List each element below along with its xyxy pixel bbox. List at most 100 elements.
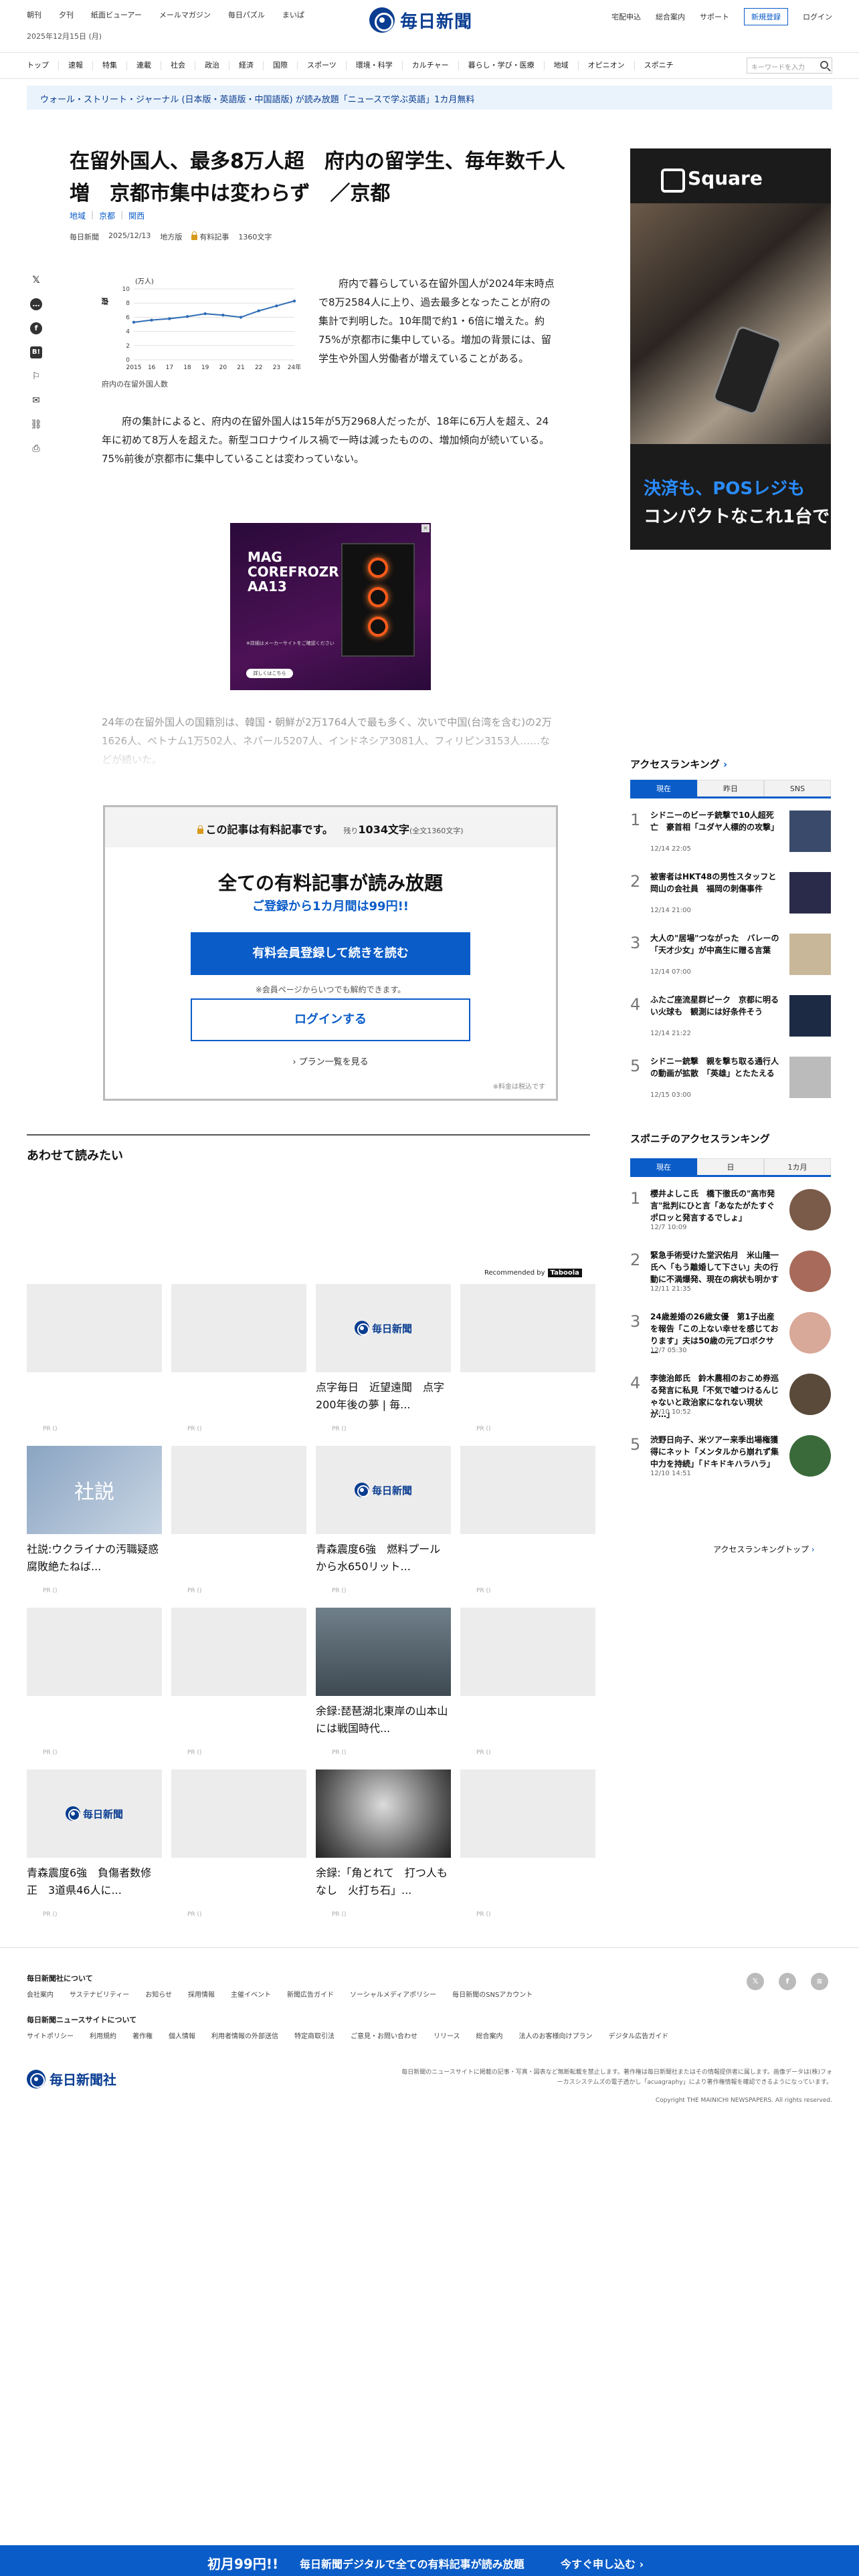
footer-link[interactable]: 主催イベント <box>231 1989 271 1999</box>
ad-banner-right[interactable]: Square 決済も、POSレジも コンパクトなこれ1台で <box>630 148 831 550</box>
footer-link[interactable]: 利用者情報の外部送信 <box>211 2030 278 2040</box>
footer-link[interactable]: デジタル広告ガイド <box>609 2030 669 2040</box>
nav-item[interactable]: スポーツ <box>298 61 347 70</box>
related-card[interactable]: PR () <box>460 1446 595 1594</box>
tag-kansai[interactable]: 関西 <box>128 210 145 221</box>
nav-item[interactable]: カルチャー <box>403 61 459 70</box>
footer-link[interactable]: 特定商取引法 <box>294 2030 335 2040</box>
related-card[interactable]: PR () <box>460 1769 595 1918</box>
footer-link[interactable]: サステナビリティー <box>70 1989 129 1999</box>
link-puzzle[interactable]: 毎日パズル <box>228 9 265 20</box>
nav-item[interactable]: 国際 <box>264 61 298 70</box>
footer-link[interactable]: 法人のお客様向けプラン <box>519 2030 593 2040</box>
related-card[interactable]: PR () <box>171 1769 306 1918</box>
footer-link[interactable]: 利用規約 <box>90 2030 116 2040</box>
tag-kyoto[interactable]: 京都 <box>99 210 115 221</box>
mail-icon[interactable]: ✉ <box>30 395 42 407</box>
site-logo[interactable]: 毎日新聞 <box>369 5 490 35</box>
related-card[interactable]: 毎日新聞 点字毎日 近望遠聞 点字200年後の夢 | 毎... PR () <box>316 1284 451 1432</box>
footer-link[interactable]: お知らせ <box>145 1989 172 1999</box>
tab-now[interactable]: 現在 <box>630 1158 697 1175</box>
facebook-icon[interactable]: f <box>779 1973 796 1990</box>
ranking-title[interactable]: アクセスランキング › <box>630 757 727 771</box>
footer-link[interactable]: ソーシャルメディアポリシー <box>350 1989 436 1999</box>
nav-item[interactable]: オピニオン <box>579 61 635 70</box>
related-card[interactable]: PR () <box>460 1608 595 1756</box>
rss-icon[interactable]: ≋ <box>811 1973 828 1990</box>
nav-item[interactable]: 速報 <box>59 61 93 70</box>
link-copy-icon[interactable]: ⛓ <box>30 419 42 431</box>
subscribe-cta[interactable]: 今すぐ申し込む › <box>561 2555 644 2571</box>
link-delivery[interactable]: 宅配申込 <box>611 11 641 22</box>
related-card[interactable]: 社説 社説:ウクライナの汚職疑惑 腐敗絶たねば... PR () <box>27 1446 162 1594</box>
x-icon[interactable]: 𝕏 <box>747 1973 764 1990</box>
related-card[interactable]: 毎日新聞 青森震度6強 負傷者数修正 3道県46人に... PR () <box>27 1769 162 1918</box>
ranking-item[interactable]: 2 緊急手術受けた堂沢佑月 米山隆一氏へ「もう離婚して下さい」夫の行動に不満爆発、… <box>630 1249 831 1308</box>
bookmark-icon[interactable]: ⚐ <box>30 370 42 383</box>
subscribe-bar[interactable]: 初月99円!! 毎日新聞デジタルで全ての有料記事が読み放題 今すぐ申し込む › <box>0 2545 859 2576</box>
tab-now[interactable]: 現在 <box>630 780 697 796</box>
related-card[interactable]: PR () <box>171 1608 306 1756</box>
promo-banner[interactable]: ウォール・ストリート・ジャーナル (日本版・英語版・中国語版) が読み放題「ニュ… <box>27 86 832 110</box>
related-card[interactable]: 毎日新聞 青森震度6強 燃料プールから水650リット... PR () <box>316 1446 451 1594</box>
related-card[interactable]: 余録:琵琶湖北東岸の山本山には戦国時代... PR () <box>316 1608 451 1756</box>
print-icon[interactable]: ⎙ <box>30 443 42 455</box>
link-guide[interactable]: 総合案内 <box>656 11 685 22</box>
ranking-item[interactable]: 1 シドニーのビーチ銃撃で10人超死亡 豪首相「ユダヤ人標的の攻撃」 12/14 2… <box>630 809 831 868</box>
link-morning[interactable]: 朝刊 <box>27 9 41 20</box>
footer-link[interactable]: 採用情報 <box>188 1989 215 1999</box>
nav-item[interactable]: 特集 <box>93 61 127 70</box>
ranking-item[interactable]: 3 大人の"居場"つながった バレーの「天才少女」が中高生に贈る言葉 12/14 0… <box>630 932 831 991</box>
tab-yesterday[interactable]: 昨日 <box>697 780 764 796</box>
related-card[interactable]: 余録:「角とれて 打つ人もなし 火打ち石」... PR () <box>316 1769 451 1918</box>
link-maipa[interactable]: まいぱ <box>282 9 304 20</box>
footer-link[interactable]: ご意見・お問い合わせ <box>351 2030 417 2040</box>
ranking-item[interactable]: 4 李徳治郎氏 鈴木農相のおこめ券巡る発言に私見「不気で嘘つけるんじゃないと政治家… <box>630 1372 831 1431</box>
ranking-top-link[interactable]: アクセスランキングトップ › <box>713 1543 815 1555</box>
nav-item[interactable]: 暮らし・学び・医療 <box>459 61 545 70</box>
ad-banner-mid[interactable]: MAG COREFROZR AA13 ※詳細はメーカーサイトをご確認ください 詳… <box>230 523 431 690</box>
ranking-item[interactable]: 3 24歳差婚の26歳女優 第1子出産を報告「この上ない幸せを感じております」夫は… <box>630 1311 831 1370</box>
footer-link[interactable]: リリース <box>434 2030 460 2040</box>
related-card[interactable]: PR () <box>27 1284 162 1432</box>
nav-item[interactable]: 社会 <box>161 61 195 70</box>
login-link[interactable]: ログイン <box>803 11 832 22</box>
footer-logo[interactable]: 毎日新聞社 <box>27 2069 116 2088</box>
comment-icon[interactable]: … <box>30 298 42 310</box>
nav-item[interactable]: 経済 <box>229 61 264 70</box>
ranking-item[interactable]: 2 被害者はHKT48の男性スタッフと岡山の会社員 福岡の刺傷事件 12/14 21… <box>630 871 831 930</box>
link-mail[interactable]: メールマガジン <box>159 9 211 20</box>
tab-sns[interactable]: SNS <box>764 780 831 796</box>
link-evening[interactable]: 夕刊 <box>59 9 74 20</box>
related-card[interactable]: PR () <box>27 1608 162 1756</box>
related-card[interactable]: PR () <box>171 1446 306 1594</box>
ad-cta-button[interactable]: 詳しくはこちら <box>246 669 293 678</box>
nav-item[interactable]: スポニチ <box>635 61 683 70</box>
nav-item[interactable]: 環境・科学 <box>347 61 403 70</box>
x-share-icon[interactable]: 𝕏 <box>30 274 42 286</box>
nav-item[interactable]: 連載 <box>127 61 161 70</box>
footer-link[interactable]: 会社案内 <box>27 1989 54 1999</box>
related-card[interactable]: PR () <box>460 1284 595 1432</box>
footer-link[interactable]: 著作権 <box>132 2030 153 2040</box>
link-support[interactable]: サポート <box>700 11 729 22</box>
related-card[interactable]: PR () <box>171 1284 306 1432</box>
footer-link[interactable]: 新聞広告ガイド <box>287 1989 334 1999</box>
nav-item[interactable]: トップ <box>27 61 59 70</box>
footer-link[interactable]: 毎日新聞のSNSアカウント <box>452 1989 533 1999</box>
footer-link[interactable]: 個人情報 <box>169 2030 195 2040</box>
ranking-item[interactable]: 4 ふたご座流星群ピーク 京都に明るい火球も 観測には好条件そう 12/14 21:… <box>630 994 831 1053</box>
tab-month[interactable]: 1カ月 <box>764 1158 831 1175</box>
link-viewer[interactable]: 紙面ビューアー <box>91 9 142 20</box>
ad-close-icon[interactable]: × <box>421 524 430 532</box>
login-button[interactable]: ログインする <box>191 998 470 1041</box>
ranking-item[interactable]: 1 櫻井よしこ氏 橋下徹氏の"高市発言"批判にひと言「あなたがたすぐポロッと発言す… <box>630 1188 831 1247</box>
hatena-icon[interactable]: B! <box>30 346 42 358</box>
tag-region[interactable]: 地域 <box>70 210 86 221</box>
tab-day[interactable]: 日 <box>697 1158 764 1175</box>
footer-link[interactable]: サイトポリシー <box>27 2030 74 2040</box>
facebook-icon[interactable]: f <box>30 322 42 334</box>
signup-button[interactable]: 新規登録 <box>744 8 788 25</box>
search-icon[interactable] <box>820 61 828 69</box>
footer-link[interactable]: 総合案内 <box>476 2030 503 2040</box>
